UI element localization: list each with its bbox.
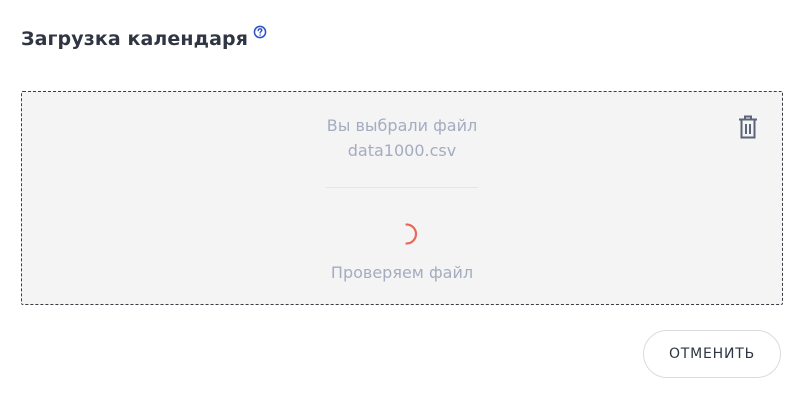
calendar-upload-panel: Загрузка календаря Вы выбрали файл data1…	[0, 0, 804, 398]
selected-file-label: Вы выбрали файл	[326, 116, 478, 135]
status-text: Проверяем файл	[330, 263, 474, 282]
loading-spinner-icon	[392, 222, 418, 246]
selected-file-info: Вы выбрали файл data1000.csv	[22, 113, 782, 163]
page-title: Загрузка календаря	[21, 28, 249, 50]
selected-file-name: data1000.csv	[347, 141, 457, 160]
divider	[326, 187, 478, 188]
question-circle-icon[interactable]	[253, 24, 267, 39]
title-row: Загрузка календаря	[21, 24, 267, 52]
cancel-button[interactable]: ОТМЕНИТЬ	[643, 330, 781, 378]
file-dropzone[interactable]: Вы выбрали файл data1000.csv Проверяем ф…	[21, 91, 783, 305]
